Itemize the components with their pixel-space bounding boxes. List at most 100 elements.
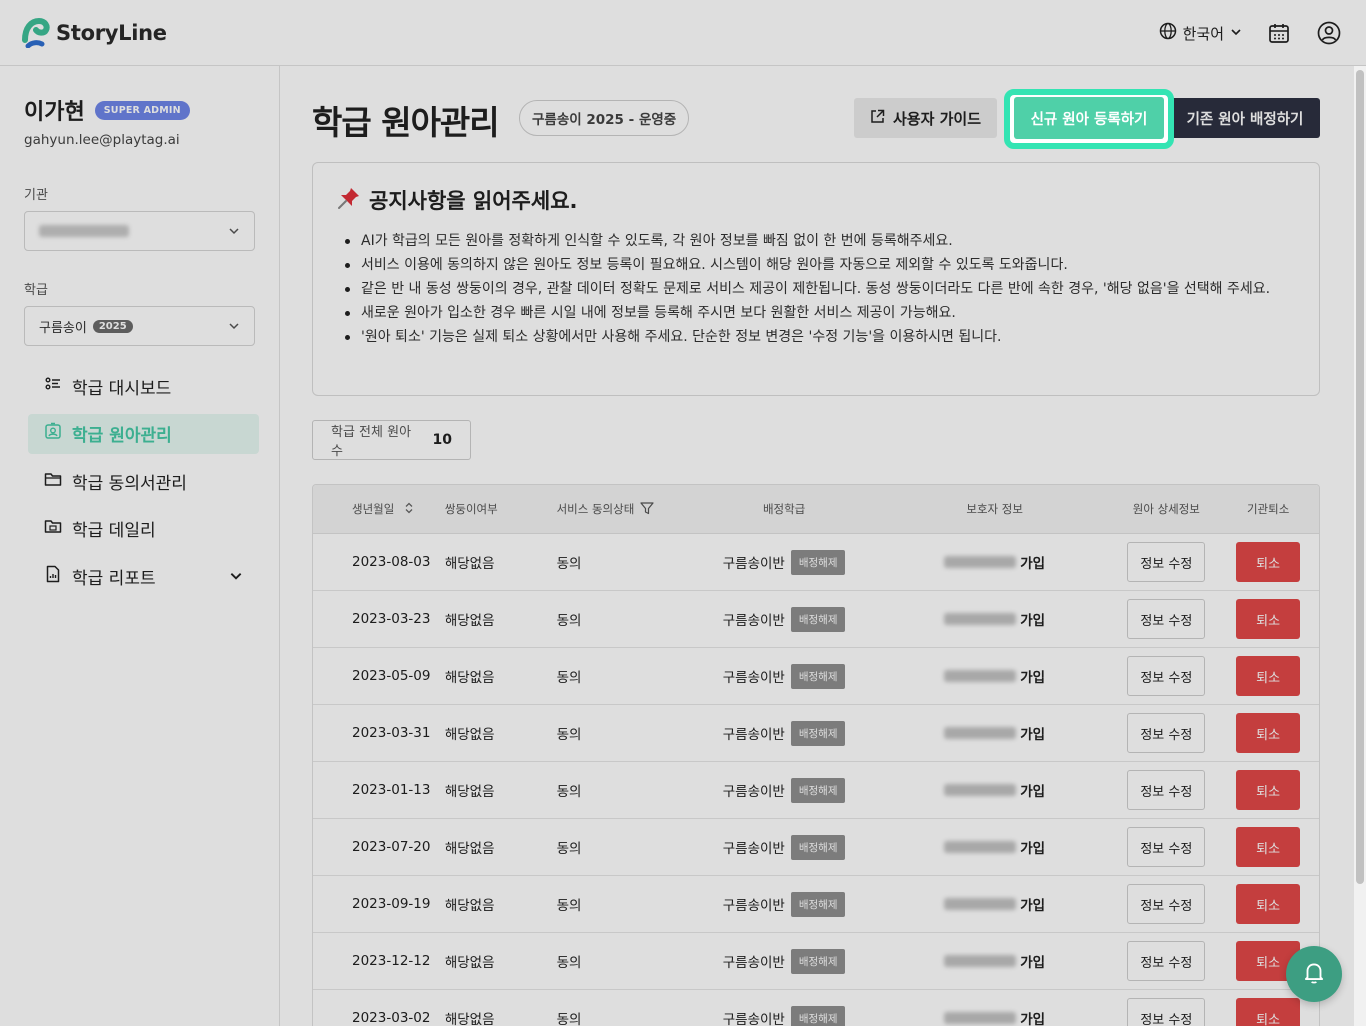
- org-select[interactable]: [24, 211, 255, 251]
- leave-button[interactable]: 퇴소: [1236, 599, 1301, 639]
- leave-button[interactable]: 퇴소: [1236, 656, 1301, 696]
- sidebar-item-child-management[interactable]: 학급 원아관리: [28, 413, 259, 454]
- table-row: 2023-05-09 해당없음 동의 구름송이반 배정해제 가입 정보 수정 퇴소: [313, 648, 1319, 705]
- table-body: 2023-08-03 해당없음 동의 구름송이반 배정해제 가입 정보 수정 퇴소 2023-0…: [313, 534, 1319, 1026]
- edit-info-button[interactable]: 정보 수정: [1127, 770, 1206, 810]
- chevron-down-icon[interactable]: [229, 568, 243, 588]
- guardian-info: 가입: [874, 837, 1116, 857]
- org-name-redacted: [39, 225, 129, 237]
- table-row: 2023-07-20 해당없음 동의 구름송이반 배정해제 가입 정보 수정 퇴소: [313, 819, 1319, 876]
- app-logo[interactable]: StoryLine: [22, 17, 167, 49]
- dashboard-list-icon: [44, 375, 62, 398]
- sidebar-item-dashboard[interactable]: 학급 대시보드: [28, 366, 259, 406]
- sidebar-item-label: 학급 대시보드: [72, 378, 172, 399]
- assigned-class: 구름송이반 배정해제: [694, 834, 874, 860]
- table-row: 2023-12-12 해당없음 동의 구름송이반 배정해제 가입 정보 수정 퇴소: [313, 933, 1319, 990]
- detail-cell: 정보 수정: [1115, 542, 1217, 582]
- table-header: 생년월일 쌍둥이여부 서비스 동의상태 배정학급 보호자 정보 원아 상세정보 …: [313, 485, 1319, 534]
- consent-status: 동의: [556, 556, 582, 572]
- birth-date: 2023-05-09: [352, 668, 431, 684]
- pushpin-icon: [337, 186, 361, 215]
- top-bar: StoryLine 한국어: [0, 0, 1366, 66]
- leave-cell: 퇴소: [1217, 599, 1319, 639]
- unassign-button[interactable]: 배정해제: [790, 1005, 846, 1026]
- calendar-icon[interactable]: [1266, 20, 1292, 46]
- guardian-join-status: 가입: [1020, 898, 1046, 914]
- sidebar-item-consent-management[interactable]: 학급 동의서관리: [28, 461, 259, 501]
- leave-button[interactable]: 퇴소: [1236, 713, 1301, 753]
- consent-column-header[interactable]: 서비스 동의상태: [557, 501, 695, 518]
- filter-icon[interactable]: [640, 501, 654, 518]
- total-children-label: 학급 전체 원아 수: [331, 425, 412, 459]
- scroll-thumb[interactable]: [1356, 70, 1364, 884]
- edit-info-button[interactable]: 정보 수정: [1127, 599, 1206, 639]
- external-link-icon: [870, 109, 885, 128]
- assign-existing-child-button[interactable]: 기존 원아 배정하기: [1170, 98, 1320, 138]
- sidebar-item-report[interactable]: 학급 리포트: [28, 556, 259, 596]
- language-selector[interactable]: 한국어: [1159, 22, 1242, 44]
- leave-button[interactable]: 퇴소: [1236, 998, 1301, 1026]
- user-profile: 이가현 SUPER ADMIN: [24, 94, 190, 126]
- edit-info-button[interactable]: 정보 수정: [1127, 656, 1206, 696]
- unassign-button[interactable]: 배정해제: [790, 606, 846, 632]
- unassign-button[interactable]: 배정해제: [790, 777, 846, 803]
- main-content: 학급 원아관리 구름송이 2025 - 운영중 사용자 가이드 기존 원아 배정…: [281, 66, 1352, 1026]
- guardian-info: 가입: [874, 951, 1116, 971]
- twin-status: 해당없음: [444, 613, 495, 629]
- class-name: 구름송이반: [722, 727, 785, 743]
- leave-button[interactable]: 퇴소: [1236, 770, 1301, 810]
- org-label: 기관: [24, 188, 48, 203]
- birth-date: 2023-09-19: [352, 896, 431, 912]
- unassign-button[interactable]: 배정해제: [790, 834, 846, 860]
- class-column-header: 배정학급: [762, 502, 806, 516]
- detail-cell: 정보 수정: [1115, 998, 1217, 1026]
- user-guide-button[interactable]: 사용자 가이드: [854, 98, 997, 138]
- leave-button[interactable]: 퇴소: [1236, 542, 1301, 582]
- total-children-count: 학급 전체 원아 수 10: [312, 420, 471, 460]
- consent-status: 동의: [556, 1012, 582, 1026]
- class-name: 구름송이반: [722, 955, 785, 971]
- birth-column-header[interactable]: 생년월일: [313, 501, 445, 517]
- unassign-button[interactable]: 배정해제: [790, 663, 846, 689]
- assigned-class: 구름송이반 배정해제: [694, 1005, 874, 1026]
- leave-button[interactable]: 퇴소: [1236, 827, 1301, 867]
- globe-icon: [1159, 22, 1177, 44]
- leave-button[interactable]: 퇴소: [1236, 884, 1301, 924]
- edit-info-button[interactable]: 정보 수정: [1127, 827, 1206, 867]
- guardian-info: 가입: [874, 552, 1116, 572]
- user-account-icon[interactable]: [1316, 20, 1342, 46]
- detail-cell: 정보 수정: [1115, 827, 1217, 867]
- edit-info-button[interactable]: 정보 수정: [1127, 998, 1206, 1026]
- edit-info-button[interactable]: 정보 수정: [1127, 941, 1206, 981]
- chevron-down-icon: [228, 317, 240, 336]
- edit-info-button[interactable]: 정보 수정: [1127, 884, 1206, 924]
- guardian-name-redacted: [944, 955, 1017, 967]
- sort-icon[interactable]: [404, 502, 414, 517]
- birth-date: 2023-08-03: [352, 554, 431, 570]
- sidebar-item-daily[interactable]: 학급 데일리: [28, 509, 259, 549]
- guardian-join-status: 가입: [1020, 727, 1046, 743]
- edit-info-button[interactable]: 정보 수정: [1127, 713, 1206, 753]
- guardian-info: 가입: [874, 894, 1116, 914]
- detail-cell: 정보 수정: [1115, 770, 1217, 810]
- daily-folder-icon: [44, 517, 62, 540]
- detail-cell: 정보 수정: [1115, 599, 1217, 639]
- edit-info-button[interactable]: 정보 수정: [1127, 542, 1206, 582]
- twin-status: 해당없음: [444, 955, 495, 971]
- unassign-button[interactable]: 배정해제: [790, 948, 846, 974]
- notice-list: AI가 학급의 모든 원아를 정확하게 인식할 수 있도록, 각 원아 정보를 …: [337, 229, 1295, 349]
- unassign-button[interactable]: 배정해제: [790, 549, 846, 575]
- class-select[interactable]: 구름송이 2025: [24, 306, 255, 346]
- notification-fab[interactable]: [1286, 946, 1342, 1002]
- unassign-button[interactable]: 배정해제: [790, 891, 846, 917]
- user-email: gahyun.lee@playtag.ai: [24, 132, 180, 148]
- guardian-join-status: 가입: [1020, 556, 1046, 572]
- guardian-name-redacted: [944, 727, 1017, 739]
- unassign-button[interactable]: 배정해제: [790, 720, 846, 746]
- assigned-class: 구름송이반 배정해제: [694, 891, 874, 917]
- page-scrollbar[interactable]: [1354, 66, 1366, 1026]
- guardian-name-redacted: [944, 784, 1017, 796]
- children-table: 생년월일 쌍둥이여부 서비스 동의상태 배정학급 보호자 정보 원아 상세정보 …: [312, 484, 1320, 1026]
- guardian-join-status: 가입: [1020, 841, 1046, 857]
- guardian-name-redacted: [944, 841, 1017, 853]
